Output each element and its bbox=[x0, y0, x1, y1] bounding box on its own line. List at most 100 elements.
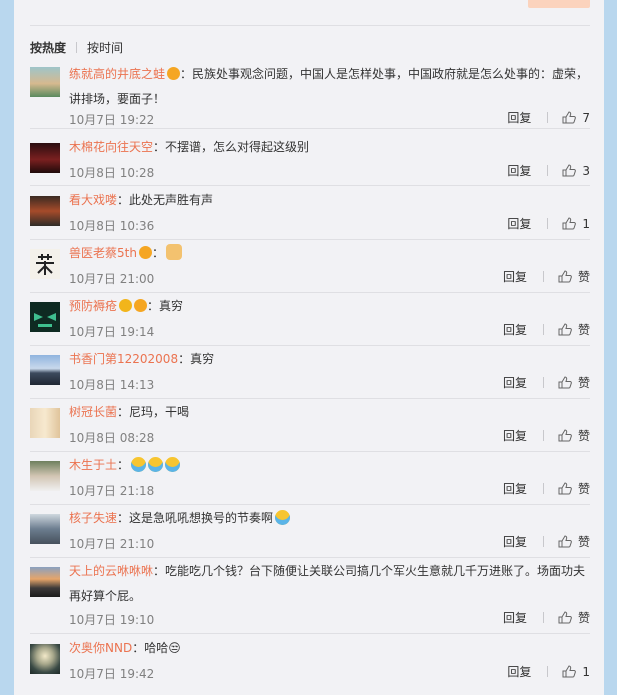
divider bbox=[30, 25, 590, 26]
like-icon[interactable] bbox=[558, 323, 572, 336]
user-name[interactable]: 兽医老蔡5th bbox=[69, 246, 137, 260]
like-count[interactable]: 赞 bbox=[578, 323, 590, 337]
comment-actions: 回复 赞 bbox=[503, 611, 590, 625]
reply-button[interactable]: 回复 bbox=[503, 611, 527, 625]
user-name[interactable]: 书香门第12202008 bbox=[69, 352, 178, 366]
like-icon[interactable] bbox=[558, 482, 572, 495]
comment-body: ：这是急吼吼想换号的节奏啊 bbox=[117, 511, 274, 525]
action-divider bbox=[547, 165, 549, 176]
comment-time: 10月7日 21:00 bbox=[69, 272, 155, 286]
like-count[interactable]: 赞 bbox=[578, 482, 590, 496]
like-count[interactable]: 3 bbox=[582, 164, 590, 178]
reply-button[interactable]: 回复 bbox=[503, 535, 527, 549]
user-name[interactable]: 树冠长菌 bbox=[69, 405, 117, 419]
verified-v-icon bbox=[119, 299, 133, 312]
comment-body: ：不摆谱，怎么对得起这级别 bbox=[153, 140, 310, 154]
laugh-tears-emoji-icon bbox=[131, 457, 147, 472]
reply-button[interactable]: 回复 bbox=[507, 111, 531, 125]
comment-text: 木棉花向往天空：不摆谱，怎么对得起这级别 bbox=[69, 135, 589, 160]
action-divider bbox=[547, 666, 549, 677]
comment-actions: 回复 赞 bbox=[503, 482, 590, 496]
comment-time: 10月7日 19:22 bbox=[69, 113, 155, 127]
like-count[interactable]: 赞 bbox=[578, 535, 590, 549]
like-count[interactable]: 1 bbox=[582, 217, 590, 231]
like-icon[interactable] bbox=[558, 611, 572, 624]
like-icon[interactable] bbox=[558, 535, 572, 548]
avatar[interactable] bbox=[30, 461, 60, 491]
comment-body: ： bbox=[117, 458, 130, 472]
like-count[interactable]: 赞 bbox=[578, 429, 590, 443]
like-icon[interactable] bbox=[558, 270, 572, 283]
like-icon[interactable] bbox=[562, 665, 577, 678]
reply-button[interactable]: 回复 bbox=[503, 270, 527, 284]
like-icon[interactable] bbox=[558, 376, 572, 389]
vip-badge-icon bbox=[138, 246, 152, 259]
like-count[interactable]: 赞 bbox=[578, 270, 590, 284]
user-name[interactable]: 看大戏喽 bbox=[69, 193, 117, 207]
like-icon[interactable] bbox=[562, 164, 577, 177]
submit-button[interactable] bbox=[528, 0, 590, 8]
user-name[interactable]: 次奥你NND bbox=[69, 641, 132, 655]
comment-body: ：此处无声胜有声 bbox=[117, 193, 214, 207]
comment-text: 练就高的井底之蛙 ：民族处事观念问题，中国人是怎样处事，中国政府就是怎么处事的：虚… bbox=[69, 62, 589, 112]
reply-button[interactable]: 回复 bbox=[503, 429, 527, 443]
user-name[interactable]: 木生于土 bbox=[69, 458, 117, 472]
vip-badge-icon bbox=[167, 67, 181, 80]
user-name[interactable]: 木棉花向往天空 bbox=[69, 140, 153, 154]
comment-actions: 回复 赞 bbox=[503, 376, 590, 390]
sort-tabs: 按热度 按时间 bbox=[30, 39, 123, 57]
comment-item: 核子失速：这是急吼吼想换号的节奏啊 10月7日 21:10 回复 赞 bbox=[30, 506, 590, 558]
reply-button[interactable]: 回复 bbox=[507, 164, 531, 178]
like-count[interactable]: 赞 bbox=[578, 376, 590, 390]
action-divider bbox=[542, 536, 544, 547]
like-count[interactable]: 赞 bbox=[578, 611, 590, 625]
avatar[interactable] bbox=[30, 302, 60, 332]
laugh-tears-emoji-icon bbox=[165, 457, 181, 472]
user-name[interactable]: 练就高的井底之蛙 bbox=[69, 67, 165, 81]
like-count[interactable]: 7 bbox=[582, 111, 590, 125]
avatar[interactable] bbox=[30, 567, 60, 597]
like-icon[interactable] bbox=[562, 111, 577, 124]
avatar[interactable] bbox=[30, 644, 60, 674]
action-divider bbox=[542, 430, 544, 441]
user-name[interactable]: 预防褥疮 bbox=[69, 299, 117, 313]
like-count[interactable]: 1 bbox=[582, 665, 590, 679]
laugh-tears-emoji-icon bbox=[275, 510, 291, 525]
like-icon[interactable] bbox=[562, 217, 577, 230]
comment-item: 木棉花向往天空：不摆谱，怎么对得起这级别 10月8日 10:28 回复 3 bbox=[30, 135, 590, 186]
reply-button[interactable]: 回复 bbox=[507, 217, 531, 231]
comment-text: 兽医老蔡5th ： bbox=[69, 241, 589, 266]
sort-by-hot-tab[interactable]: 按热度 bbox=[30, 41, 66, 55]
comment-text: 核子失速：这是急吼吼想换号的节奏啊 bbox=[69, 506, 589, 531]
comment-actions: 回复 7 bbox=[507, 111, 590, 125]
avatar[interactable] bbox=[30, 408, 60, 438]
comment-text: 看大戏喽：此处无声胜有声 bbox=[69, 188, 589, 213]
loading-dots: • • bbox=[86, 0, 116, 6]
comment-body: ：哈哈😒 bbox=[132, 641, 181, 655]
avatar[interactable] bbox=[30, 143, 60, 173]
reply-button[interactable]: 回复 bbox=[507, 665, 531, 679]
comment-text: 书香门第12202008：真穷 bbox=[69, 347, 589, 372]
comment-item: 练就高的井底之蛙 ：民族处事观念问题，中国人是怎样处事，中国政府就是怎么处事的：虚… bbox=[30, 62, 590, 129]
logo-avatar-icon bbox=[34, 313, 56, 327]
reply-button[interactable]: 回复 bbox=[503, 323, 527, 337]
comment-time: 10月8日 10:28 bbox=[69, 166, 155, 180]
avatar[interactable] bbox=[30, 514, 60, 544]
avatar[interactable] bbox=[30, 355, 60, 385]
user-name[interactable]: 天上的云咻咻咻 bbox=[69, 564, 153, 578]
vip-badge-icon bbox=[134, 299, 148, 312]
comment-body: ： bbox=[151, 246, 164, 260]
reply-button[interactable]: 回复 bbox=[503, 482, 527, 496]
comment-item: 木生于土： 10月7日 21:18 回复 赞 bbox=[30, 453, 590, 505]
like-icon[interactable] bbox=[558, 429, 572, 442]
comment-text: 树冠长菌：尼玛，干喝 bbox=[69, 400, 589, 425]
user-name[interactable]: 核子失速 bbox=[69, 511, 117, 525]
avatar[interactable] bbox=[30, 67, 60, 97]
comment-actions: 回复 3 bbox=[507, 164, 590, 178]
avatar[interactable] bbox=[30, 249, 60, 279]
action-divider bbox=[542, 377, 544, 388]
reply-button[interactable]: 回复 bbox=[503, 376, 527, 390]
avatar[interactable] bbox=[30, 196, 60, 226]
sort-by-time-tab[interactable]: 按时间 bbox=[87, 41, 123, 55]
comment-body: ：尼玛，干喝 bbox=[117, 405, 190, 419]
